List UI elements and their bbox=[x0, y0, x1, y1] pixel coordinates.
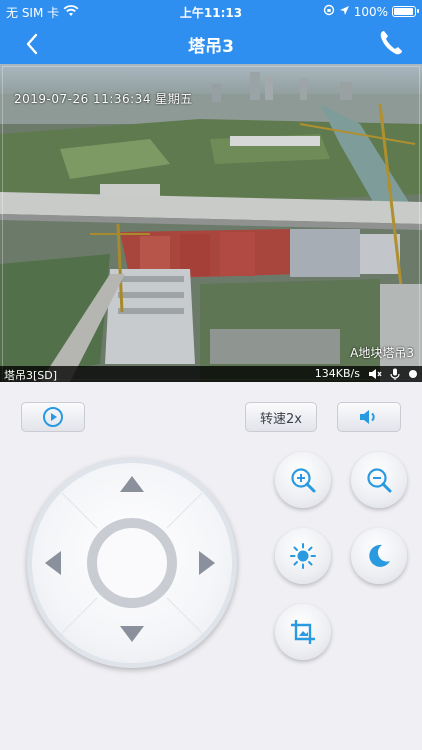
sun-icon bbox=[290, 543, 316, 569]
moon-icon bbox=[369, 544, 390, 567]
osd-site-label: A地块塔吊3 bbox=[350, 346, 414, 360]
phone-icon bbox=[380, 31, 402, 55]
joystick-center-button[interactable] bbox=[87, 518, 177, 608]
battery-icon bbox=[392, 6, 419, 17]
battery-percent: 100% bbox=[353, 4, 388, 19]
snapshot-button[interactable] bbox=[275, 604, 331, 660]
arrow-up-icon bbox=[120, 476, 144, 492]
page-title: 塔吊3 bbox=[188, 37, 234, 57]
microphone-icon[interactable] bbox=[390, 368, 400, 382]
screen-lock-icon bbox=[323, 4, 335, 19]
volume-button[interactable] bbox=[337, 402, 401, 432]
arrow-down-icon bbox=[120, 626, 144, 642]
nav-bar: 塔吊3 bbox=[0, 22, 422, 64]
play-icon bbox=[43, 407, 63, 427]
bitrate-label: 134KB/s bbox=[314, 367, 360, 380]
video-player[interactable]: 2019-07-26 11:36:34 星期五 A地块塔吊3 塔吊3[SD] 1… bbox=[0, 64, 422, 382]
arrow-right-icon bbox=[199, 551, 215, 575]
ptz-joystick[interactable] bbox=[27, 458, 237, 668]
night-mode-button[interactable] bbox=[351, 528, 407, 584]
osd-timestamp: 2019-07-26 11:36:34 星期五 bbox=[14, 92, 193, 106]
speed-label: 转速2x bbox=[260, 411, 302, 427]
crop-icon bbox=[291, 620, 315, 644]
top-bar: 无 SIM 卡 上午11:13 100% 塔吊3 bbox=[0, 0, 422, 64]
zoom-in-icon bbox=[291, 468, 316, 493]
zoom-in-button[interactable] bbox=[275, 452, 331, 508]
mute-speaker-icon[interactable] bbox=[368, 368, 382, 382]
zoom-out-icon bbox=[367, 468, 392, 493]
speed-button[interactable]: 转速2x bbox=[245, 402, 317, 432]
zoom-out-button[interactable] bbox=[351, 452, 407, 508]
status-bar: 无 SIM 卡 上午11:13 100% bbox=[0, 0, 422, 22]
arrow-left-icon bbox=[45, 551, 61, 575]
brightness-button[interactable] bbox=[275, 528, 331, 584]
volume-icon bbox=[360, 410, 375, 424]
record-dot-icon[interactable] bbox=[408, 369, 418, 382]
play-button[interactable] bbox=[21, 402, 85, 432]
video-status-bar: 塔吊3[SD] 134KB/s bbox=[0, 366, 422, 382]
camera-label: 塔吊3[SD] bbox=[4, 369, 58, 382]
location-icon bbox=[339, 5, 350, 19]
call-button[interactable] bbox=[376, 28, 406, 58]
video-frame-border bbox=[2, 66, 420, 380]
